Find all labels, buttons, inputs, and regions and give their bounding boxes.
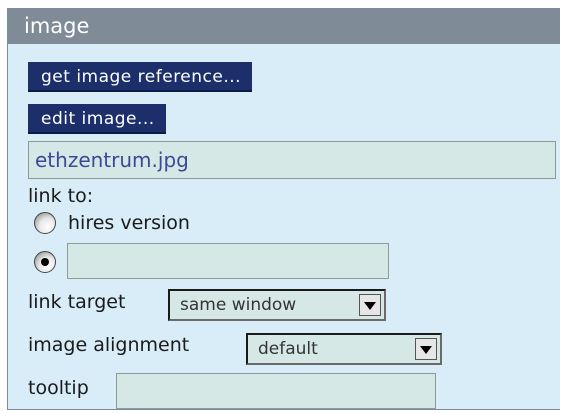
link-to-label: link to: [28, 185, 94, 207]
radio-checked-dot [41, 258, 49, 266]
link-target-select[interactable]: same window [168, 289, 386, 321]
chevron-down-icon[interactable] [415, 338, 437, 360]
chevron-down-icon[interactable] [359, 294, 381, 316]
get-image-reference-button[interactable]: get image reference... [28, 62, 253, 92]
image-alignment-select[interactable]: default [246, 333, 442, 365]
edit-image-button[interactable]: edit image... [28, 104, 166, 134]
tooltip-label: tooltip [28, 377, 89, 399]
custom-link-input[interactable] [67, 243, 389, 279]
image-alignment-label: image alignment [28, 334, 190, 356]
hires-radio-label: hires version [68, 212, 190, 234]
image-alignment-value: default [258, 339, 318, 359]
hires-radio[interactable] [34, 212, 56, 234]
custom-link-radio[interactable] [34, 251, 56, 273]
panel-title: image [8, 8, 560, 44]
link-target-label: link target [28, 291, 126, 313]
filename-field: ethzentrum.jpg [28, 141, 556, 179]
image-panel: image get image reference... edit image.… [7, 8, 560, 410]
tooltip-input[interactable] [116, 373, 436, 409]
link-target-value: same window [180, 295, 297, 315]
